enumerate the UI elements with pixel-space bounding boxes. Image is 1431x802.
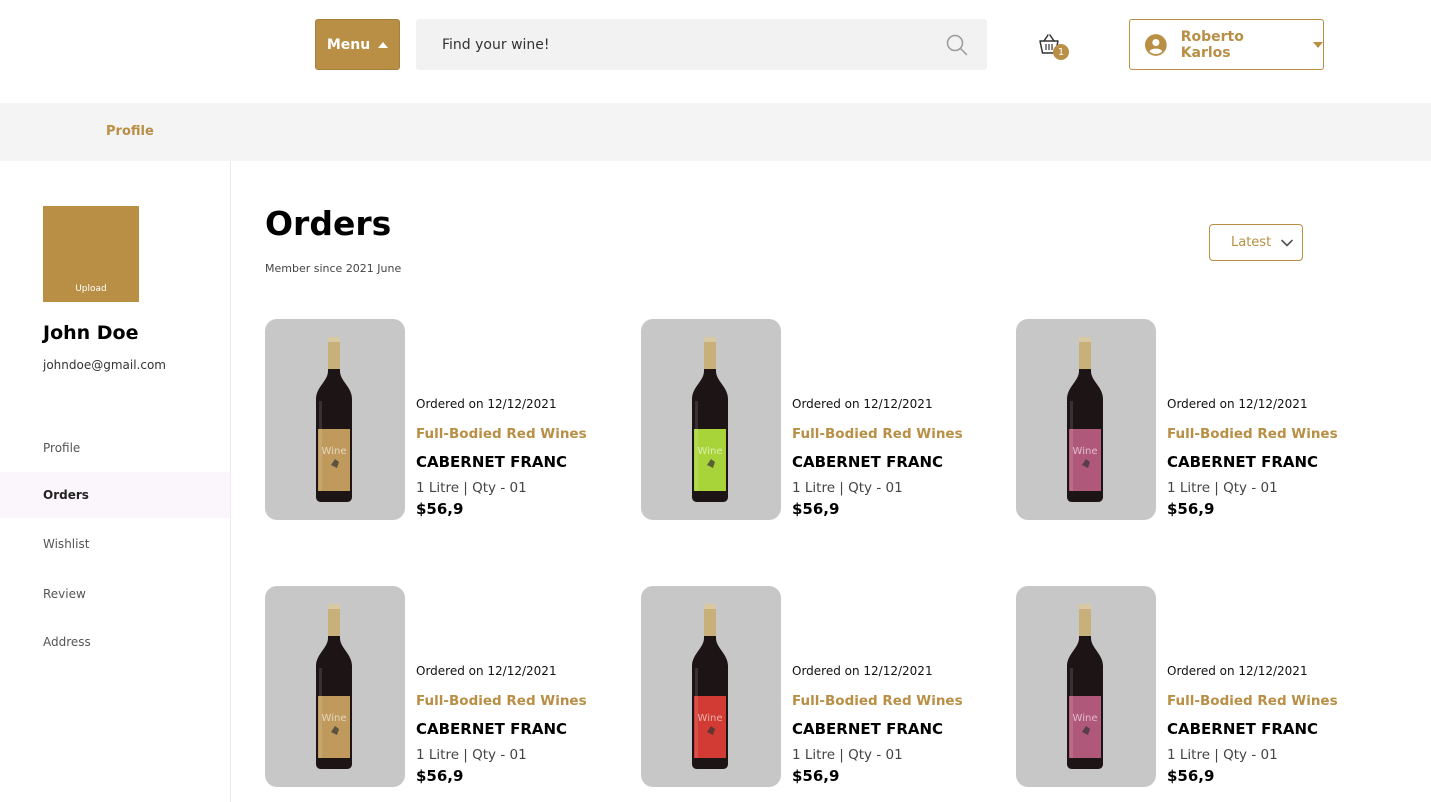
product-category[interactable]: Full-Bodied Red Wines [792,693,963,709]
chevron-down-icon [1313,41,1323,48]
order-card[interactable]: Wine Ordered on 12/12/2021 Full-Bodied R… [641,319,1001,520]
cart-count-badge: 1 [1053,44,1069,60]
order-date: Ordered on 12/12/2021 [416,397,557,411]
order-card[interactable]: Wine Ordered on 12/12/2021 Full-Bodied R… [265,319,625,520]
sidebar-item-address[interactable]: Address [0,619,230,665]
product-price: $56,9 [792,500,840,518]
profile-email: johndoe@gmail.com [43,358,166,372]
breadcrumb: Profile [0,103,1431,161]
wine-bottle-image: Wine [692,604,728,769]
search-icon[interactable] [946,34,968,56]
product-price: $56,9 [416,767,464,785]
product-quantity: 1 Litre | Qty - 01 [792,747,903,763]
product-image[interactable]: Wine [641,319,781,520]
search-bar [416,19,987,70]
wine-bottle-image: Wine [1067,604,1103,769]
svg-text:Wine: Wine [322,446,347,457]
sidebar-item-label: Profile [43,441,81,455]
product-image[interactable]: Wine [265,319,405,520]
sort-dropdown-label: Latest [1231,235,1272,250]
sidebar-item-label: Orders [43,488,89,502]
order-card[interactable]: Wine Ordered on 12/12/2021 Full-Bodied R… [265,586,625,787]
product-image[interactable]: Wine [1016,586,1156,787]
order-card[interactable]: Wine Ordered on 12/12/2021 Full-Bodied R… [1016,586,1376,787]
sidebar-item-profile[interactable]: Profile [0,425,230,471]
sidebar-item-orders[interactable]: Orders [0,472,230,518]
chevron-down-icon [1281,239,1293,246]
svg-text:Wine: Wine [698,446,723,457]
svg-text:Wine: Wine [1073,446,1098,457]
product-category[interactable]: Full-Bodied Red Wines [1167,426,1338,442]
sidebar-item-label: Review [43,587,86,601]
breadcrumb-current[interactable]: Profile [106,124,154,139]
product-image[interactable]: Wine [1016,319,1156,520]
profile-name: John Doe [43,322,139,344]
menu-button[interactable]: Menu [315,19,400,70]
product-category[interactable]: Full-Bodied Red Wines [416,426,587,442]
product-category[interactable]: Full-Bodied Red Wines [792,426,963,442]
wine-bottle-image: Wine [316,604,352,769]
order-date: Ordered on 12/12/2021 [1167,664,1308,678]
sidebar-item-label: Wishlist [43,537,90,551]
order-date: Ordered on 12/12/2021 [792,664,933,678]
sort-dropdown[interactable]: Latest [1209,224,1303,261]
order-date: Ordered on 12/12/2021 [1167,397,1308,411]
sidebar-item-label: Address [43,635,91,649]
wine-bottle-image: Wine [1067,337,1103,502]
product-price: $56,9 [1167,767,1215,785]
product-quantity: 1 Litre | Qty - 01 [416,480,527,496]
product-quantity: 1 Litre | Qty - 01 [416,747,527,763]
wine-bottle-image: Wine [316,337,352,502]
search-input[interactable] [416,19,936,70]
top-header: Menu 1 Roberto Karlos [0,0,1431,103]
product-category[interactable]: Full-Bodied Red Wines [1167,693,1338,709]
product-price: $56,9 [416,500,464,518]
sidebar-item-review[interactable]: Review [0,571,230,617]
product-name[interactable]: CABERNET FRANC [792,453,943,471]
profile-sidebar: Upload John Doe johndoe@gmail.com Profil… [0,161,231,802]
avatar[interactable]: Upload [43,206,139,302]
sidebar-item-wishlist[interactable]: Wishlist [0,521,230,567]
product-name[interactable]: CABERNET FRANC [792,720,943,738]
menu-button-label: Menu [326,36,371,53]
svg-text:Wine: Wine [322,713,347,724]
product-image[interactable]: Wine [265,586,405,787]
page-title: Orders [265,204,392,243]
wine-bottle-image: Wine [692,337,728,502]
order-date: Ordered on 12/12/2021 [416,664,557,678]
product-name[interactable]: CABERNET FRANC [416,720,567,738]
product-image[interactable]: Wine [641,586,781,787]
product-name[interactable]: CABERNET FRANC [1167,453,1318,471]
product-quantity: 1 Litre | Qty - 01 [1167,747,1278,763]
avatar-upload-label[interactable]: Upload [43,284,139,294]
member-since: Member since 2021 June [265,262,402,275]
svg-text:Wine: Wine [698,713,723,724]
product-name[interactable]: CABERNET FRANC [1167,720,1318,738]
menu-caret-icon [378,41,389,48]
svg-text:Wine: Wine [1073,713,1098,724]
user-name: Roberto Karlos [1180,28,1244,61]
product-name[interactable]: CABERNET FRANC [416,453,567,471]
product-category[interactable]: Full-Bodied Red Wines [416,693,587,709]
product-price: $56,9 [1167,500,1215,518]
order-card[interactable]: Wine Ordered on 12/12/2021 Full-Bodied R… [641,586,1001,787]
user-account-button[interactable]: Roberto Karlos [1129,19,1324,70]
product-price: $56,9 [792,767,840,785]
user-circle-icon [1145,33,1167,56]
product-quantity: 1 Litre | Qty - 01 [792,480,903,496]
order-date: Ordered on 12/12/2021 [792,397,933,411]
order-card[interactable]: Wine Ordered on 12/12/2021 Full-Bodied R… [1016,319,1376,520]
product-quantity: 1 Litre | Qty - 01 [1167,480,1278,496]
